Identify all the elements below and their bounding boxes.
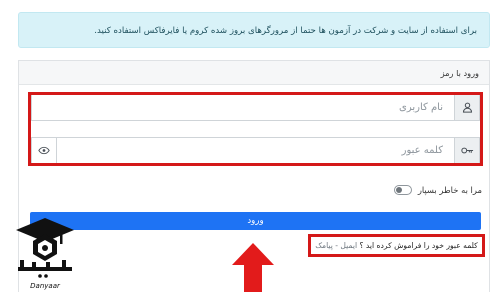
- browser-notice: برای استفاده از سایت و شرکت در آزمون ها …: [18, 12, 490, 48]
- card-title: ورود با رمز: [19, 61, 489, 85]
- remember-me-label: مرا به خاطر بسپار: [417, 185, 482, 195]
- remember-me[interactable]: مرا به خاطر بسپار: [393, 185, 482, 195]
- forgot-email-link[interactable]: ایمیل: [340, 241, 357, 250]
- up-arrow-icon: [232, 243, 274, 292]
- remember-me-toggle[interactable]: [393, 185, 412, 195]
- forgot-password-text: کلمه عبور خود را فراموش کرده اید ؟: [359, 241, 478, 250]
- fields-highlight-box: [28, 92, 483, 166]
- danyaar-logo: Danyaar: [16, 218, 74, 290]
- forgot-password-highlight: کلمه عبور خود را فراموش کرده اید ؟ ایمیل…: [308, 234, 485, 257]
- forgot-separator: -: [335, 241, 338, 250]
- logo-subtitle: Danyaar: [30, 282, 61, 290]
- forgot-sms-link[interactable]: پیامک: [315, 241, 333, 250]
- login-button[interactable]: ورود: [30, 212, 481, 230]
